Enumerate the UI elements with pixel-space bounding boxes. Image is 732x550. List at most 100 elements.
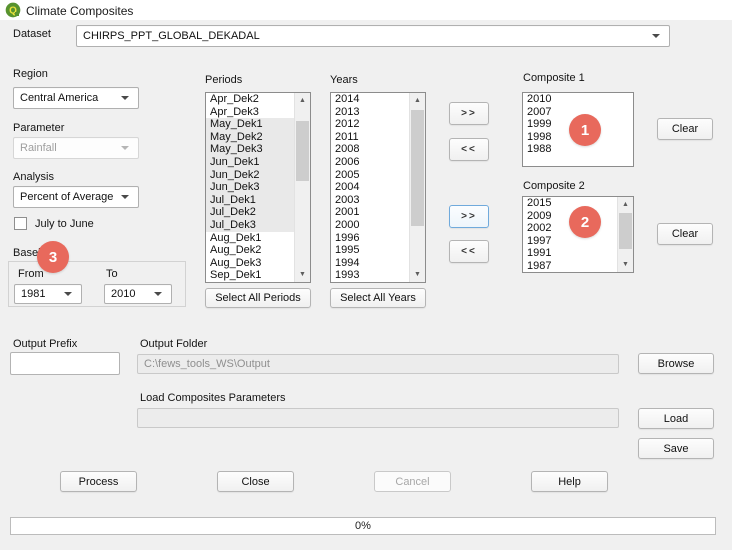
list-item[interactable]: Jul_Dek2: [206, 206, 294, 219]
process-button[interactable]: Process: [60, 471, 137, 492]
list-item[interactable]: Jun_Dek2: [206, 169, 294, 182]
baseline-from-select[interactable]: 1981: [14, 284, 82, 304]
load-composites-parameters-label: Load Composites Parameters: [140, 392, 286, 404]
list-item[interactable]: 2014: [331, 93, 409, 106]
scroll-down-icon[interactable]: ▼: [618, 257, 633, 272]
list-item[interactable]: Jun_Dek1: [206, 156, 294, 169]
dataset-select[interactable]: CHIRPS_PPT_GLOBAL_DEKADAL: [76, 25, 670, 47]
scroll-down-icon[interactable]: ▼: [410, 267, 425, 282]
baseline-to-select[interactable]: 2010: [104, 284, 172, 304]
list-item[interactable]: Jul_Dek3: [206, 219, 294, 232]
load-button[interactable]: Load: [638, 408, 714, 429]
list-item[interactable]: 2010: [523, 93, 633, 106]
output-folder-value: C:\fews_tools_WS\Output: [144, 358, 270, 370]
list-item[interactable]: 2005: [331, 169, 409, 182]
baseline-to-value: 2010: [111, 288, 135, 300]
scroll-up-icon[interactable]: ▲: [410, 93, 425, 108]
list-item[interactable]: Jul_Dek1: [206, 194, 294, 207]
scrollbar-thumb[interactable]: [619, 213, 632, 249]
cancel-button: Cancel: [374, 471, 451, 492]
list-item[interactable]: Apr_Dek2: [206, 93, 294, 106]
dataset-label: Dataset: [13, 28, 51, 40]
climate-composites-dialog: Q Climate Composites Dataset CHIRPS_PPT_…: [0, 0, 732, 550]
remove-from-composite1-button[interactable]: <<: [449, 138, 489, 161]
list-item[interactable]: 1992: [331, 282, 409, 283]
remove-from-composite2-button[interactable]: <<: [449, 240, 489, 263]
periods-label: Periods: [205, 74, 242, 86]
years-list[interactable]: 2014201320122011200820062005200420032001…: [330, 92, 426, 283]
list-item[interactable]: 2008: [331, 143, 409, 156]
output-folder-field[interactable]: C:\fews_tools_WS\Output: [137, 354, 619, 374]
periods-scrollbar[interactable]: ▲ ▼: [294, 93, 310, 282]
scrollbar-thumb[interactable]: [296, 121, 309, 181]
list-item[interactable]: 2013: [331, 106, 409, 119]
scroll-up-icon[interactable]: ▲: [618, 197, 633, 212]
list-item[interactable]: Aug_Dek1: [206, 232, 294, 245]
output-prefix-input[interactable]: [10, 352, 120, 375]
list-item[interactable]: Apr_Dek3: [206, 106, 294, 119]
list-item[interactable]: May_Dek3: [206, 143, 294, 156]
list-item[interactable]: 2011: [331, 131, 409, 144]
add-to-composite1-button[interactable]: >>: [449, 102, 489, 125]
scroll-down-icon[interactable]: ▼: [295, 267, 310, 282]
composite2-items: 201520092002199719911987: [523, 197, 617, 273]
remove-chevrons-icon: <<: [461, 246, 477, 257]
list-item[interactable]: 1996: [331, 232, 409, 245]
clear-composite1-button[interactable]: Clear: [657, 118, 713, 140]
list-item[interactable]: 1993: [331, 269, 409, 282]
list-item[interactable]: May_Dek1: [206, 118, 294, 131]
list-item[interactable]: 2012: [331, 118, 409, 131]
baseline-to-label: To: [106, 268, 118, 280]
output-folder-label: Output Folder: [140, 338, 207, 350]
region-label: Region: [13, 68, 48, 80]
add-chevrons-icon: >>: [461, 108, 477, 119]
select-all-years-button[interactable]: Select All Years: [330, 288, 426, 308]
list-item[interactable]: 1997: [523, 235, 617, 248]
load-parameters-field[interactable]: [137, 408, 619, 428]
list-item[interactable]: 2003: [331, 194, 409, 207]
scroll-up-icon[interactable]: ▲: [295, 93, 310, 108]
region-select[interactable]: Central America: [13, 87, 139, 109]
close-button[interactable]: Close: [217, 471, 294, 492]
baseline-from-label: From: [18, 268, 44, 280]
clear-composite2-button[interactable]: Clear: [657, 223, 713, 245]
july-to-june-checkbox[interactable]: [14, 217, 27, 230]
analysis-select[interactable]: Percent of Average: [13, 186, 139, 208]
list-item[interactable]: Jun_Dek3: [206, 181, 294, 194]
chevron-down-icon: [652, 34, 660, 38]
list-item[interactable]: 2000: [331, 219, 409, 232]
output-prefix-label: Output Prefix: [13, 338, 77, 350]
chevron-down-icon: [154, 292, 162, 296]
browse-button[interactable]: Browse: [638, 353, 714, 374]
chevron-down-icon: [121, 96, 129, 100]
years-items: 2014201320122011200820062005200420032001…: [331, 93, 409, 283]
list-item[interactable]: May_Dek2: [206, 131, 294, 144]
list-item[interactable]: 2015: [523, 197, 617, 210]
years-scrollbar[interactable]: ▲ ▼: [409, 93, 425, 282]
parameter-value: Rainfall: [20, 142, 57, 154]
add-to-composite2-button[interactable]: >>: [449, 205, 489, 228]
select-all-periods-button[interactable]: Select All Periods: [205, 288, 311, 308]
analysis-value: Percent of Average: [20, 191, 113, 203]
periods-list[interactable]: Apr_Dek2Apr_Dek3May_Dek1May_Dek2May_Dek3…: [205, 92, 311, 283]
list-item[interactable]: 1991: [523, 247, 617, 260]
list-item[interactable]: Sep_Dek1: [206, 269, 294, 282]
list-item[interactable]: Sep_Dek2: [206, 282, 294, 283]
region-value: Central America: [20, 92, 98, 104]
list-item[interactable]: 1988: [523, 143, 633, 156]
title-bar: Q Climate Composites: [0, 0, 732, 20]
list-item[interactable]: 1994: [331, 257, 409, 270]
list-item[interactable]: Aug_Dek2: [206, 244, 294, 257]
list-item[interactable]: 2004: [331, 181, 409, 194]
list-item[interactable]: 1995: [331, 244, 409, 257]
help-button[interactable]: Help: [531, 471, 608, 492]
scrollbar-thumb[interactable]: [411, 110, 424, 226]
list-item[interactable]: 2001: [331, 206, 409, 219]
list-item[interactable]: 1987: [523, 260, 617, 273]
save-button[interactable]: Save: [638, 438, 714, 459]
chevron-down-icon: [121, 146, 129, 150]
analysis-label: Analysis: [13, 171, 54, 183]
list-item[interactable]: Aug_Dek3: [206, 257, 294, 270]
list-item[interactable]: 2006: [331, 156, 409, 169]
composite2-scrollbar[interactable]: ▲ ▼: [617, 197, 633, 272]
